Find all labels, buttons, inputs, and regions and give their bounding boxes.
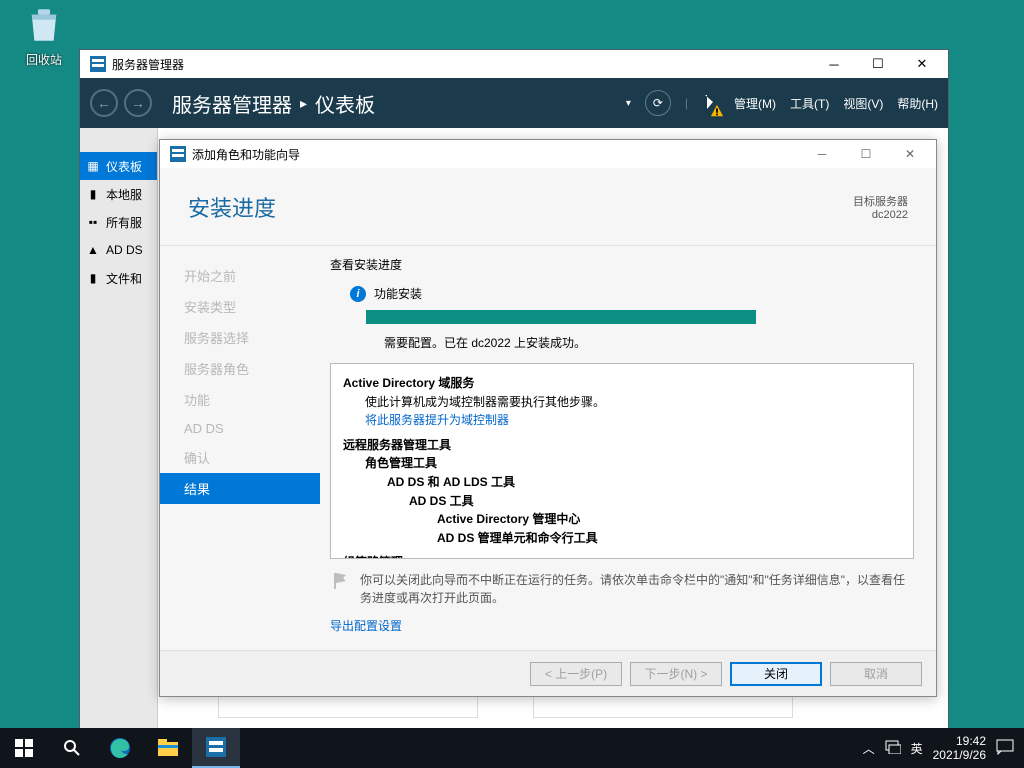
close-button[interactable]: ✕ [900,50,944,78]
server-manager-sidebar: ▦仪表板 ▮本地服 ▪▪所有服 ▲AD DS ▮文件和 [80,128,158,728]
wizard-next-button: 下一步(N) > [630,662,722,686]
menu-manage[interactable]: 管理(M) [734,95,776,112]
result-adds-tools: AD DS 工具 [343,492,901,511]
tray-action-center-icon[interactable] [996,739,1014,758]
separator: | [685,96,688,110]
servers-icon: ▪▪ [86,215,100,229]
dropdown-icon[interactable]: ▾ [626,98,631,109]
flag-icon [330,571,350,591]
breadcrumb-root[interactable]: 服务器管理器 [172,89,292,118]
server-manager-titlebar[interactable]: 服务器管理器 ─ ☐ ✕ [80,50,948,78]
wizard-steps-list: 开始之前 安装类型 服务器选择 服务器角色 功能 AD DS 确认 结果 [160,246,320,650]
taskbar-edge[interactable] [96,728,144,768]
refresh-button[interactable]: ⟳ [645,90,671,116]
breadcrumb: 服务器管理器 ▸ 仪表板 [172,89,620,118]
add-roles-wizard-window: 添加角色和功能向导 ─ ☐ ✕ 安装进度 目标服务器 dc2022 开始之前 安… [159,139,937,697]
install-results-box[interactable]: Active Directory 域服务 使此计算机成为域控制器需要执行其他步骤… [330,363,914,559]
minimize-button[interactable]: ─ [812,50,856,78]
wizard-close-button[interactable]: ✕ [888,140,932,168]
wizard-step: 开始之前 [160,260,320,291]
sidebar-item-adds[interactable]: ▲AD DS [80,236,157,264]
sidebar-item-file-services[interactable]: ▮文件和 [80,264,157,292]
dashboard-icon: ▦ [86,159,100,173]
result-adds-lds-tools: AD DS 和 AD LDS 工具 [343,473,901,492]
taskbar: ︿ 英 19:42 2021/9/26 [0,728,1024,768]
wizard-close-note: 你可以关闭此向导而不中断正在运行的任务。请依次单击命令栏中的"通知"和"任务详细… [330,571,914,607]
wizard-step-results: 结果 [160,473,320,504]
wizard-heading: 安装进度 [188,191,853,223]
desktop-recycle-bin[interactable]: 回收站 [14,4,74,68]
view-progress-label: 查看安装进度 [330,256,914,273]
taskbar-explorer[interactable] [144,728,192,768]
wizard-target-server: 目标服务器 dc2022 [853,193,908,221]
config-required-message: 需要配置。已在 dc2022 上安装成功。 [384,334,914,351]
wizard-cancel-button: 取消 [830,662,922,686]
tray-network-icon[interactable] [885,740,901,757]
promote-dc-link[interactable]: 将此服务器提升为域控制器 [343,411,901,430]
wizard-step: 安装类型 [160,291,320,322]
info-icon: i [350,286,366,302]
wizard-icon [170,146,186,162]
chevron-right-icon: ▸ [300,95,307,112]
result-rsat: 远程服务器管理工具 [343,436,901,455]
tray-chevron-icon[interactable]: ︿ [863,740,875,757]
menu-help[interactable]: 帮助(H) [897,95,938,112]
nav-forward-button[interactable]: → [124,89,152,117]
result-role-tools: 角色管理工具 [343,454,901,473]
result-ad-admin-center: Active Directory 管理中心 [343,510,901,529]
install-status-text: 功能安装 [374,285,422,302]
install-progress-bar [366,310,756,324]
tray-ime-lang[interactable]: 英 [911,740,923,757]
breadcrumb-current: 仪表板 [315,89,375,118]
menu-tools[interactable]: 工具(T) [790,95,829,112]
wizard-maximize-button[interactable]: ☐ [844,140,888,168]
result-adds-title: Active Directory 域服务 [343,374,901,393]
taskbar-search-button[interactable] [48,728,96,768]
start-button[interactable] [0,728,48,768]
wizard-prev-button: < 上一步(P) [530,662,622,686]
wizard-close-action-button[interactable]: 关闭 [730,662,822,686]
server-manager-header: ← → 服务器管理器 ▸ 仪表板 ▾ ⟳ | 管理(M) 工具(T) 视图(V)… [80,78,948,128]
wizard-panel: 查看安装进度 i 功能安装 需要配置。已在 dc2022 上安装成功。 Acti… [320,246,936,650]
file-icon: ▮ [86,271,100,285]
wizard-step: AD DS [160,415,320,442]
sidebar-item-local-server[interactable]: ▮本地服 [80,180,157,208]
taskbar-server-manager[interactable] [192,728,240,768]
recycle-bin-icon [23,4,65,46]
wizard-step: 确认 [160,442,320,473]
tray-clock[interactable]: 19:42 2021/9/26 [933,734,986,763]
wizard-minimize-button[interactable]: ─ [800,140,844,168]
recycle-bin-label: 回收站 [14,51,74,68]
sidebar-item-dashboard[interactable]: ▦仪表板 [80,152,157,180]
maximize-button[interactable]: ☐ [856,50,900,78]
menu-view[interactable]: 视图(V) [843,95,883,112]
warning-icon [710,104,724,118]
wizard-step: 服务器角色 [160,353,320,384]
result-gpm: 组策略管理 [343,553,901,559]
sidebar-item-all-servers[interactable]: ▪▪所有服 [80,208,157,236]
server-manager-icon [90,56,106,72]
result-adds-snapins: AD DS 管理单元和命令行工具 [343,529,901,548]
server-icon: ▮ [86,187,100,201]
wizard-titlebar[interactable]: 添加角色和功能向导 ─ ☐ ✕ [160,140,936,168]
wizard-button-bar: < 上一步(P) 下一步(N) > 关闭 取消 [160,650,936,696]
server-manager-title: 服务器管理器 [112,56,812,73]
nav-back-button[interactable]: ← [90,89,118,117]
wizard-step: 服务器选择 [160,322,320,353]
result-adds-desc: 使此计算机成为域控制器需要执行其他步骤。 [343,393,901,412]
notifications-button[interactable] [702,93,720,114]
adds-icon: ▲ [86,243,100,257]
export-settings-link[interactable]: 导出配置设置 [330,617,914,634]
system-tray[interactable]: ︿ 英 19:42 2021/9/26 [853,734,1024,763]
wizard-step: 功能 [160,384,320,415]
wizard-title: 添加角色和功能向导 [192,146,800,163]
